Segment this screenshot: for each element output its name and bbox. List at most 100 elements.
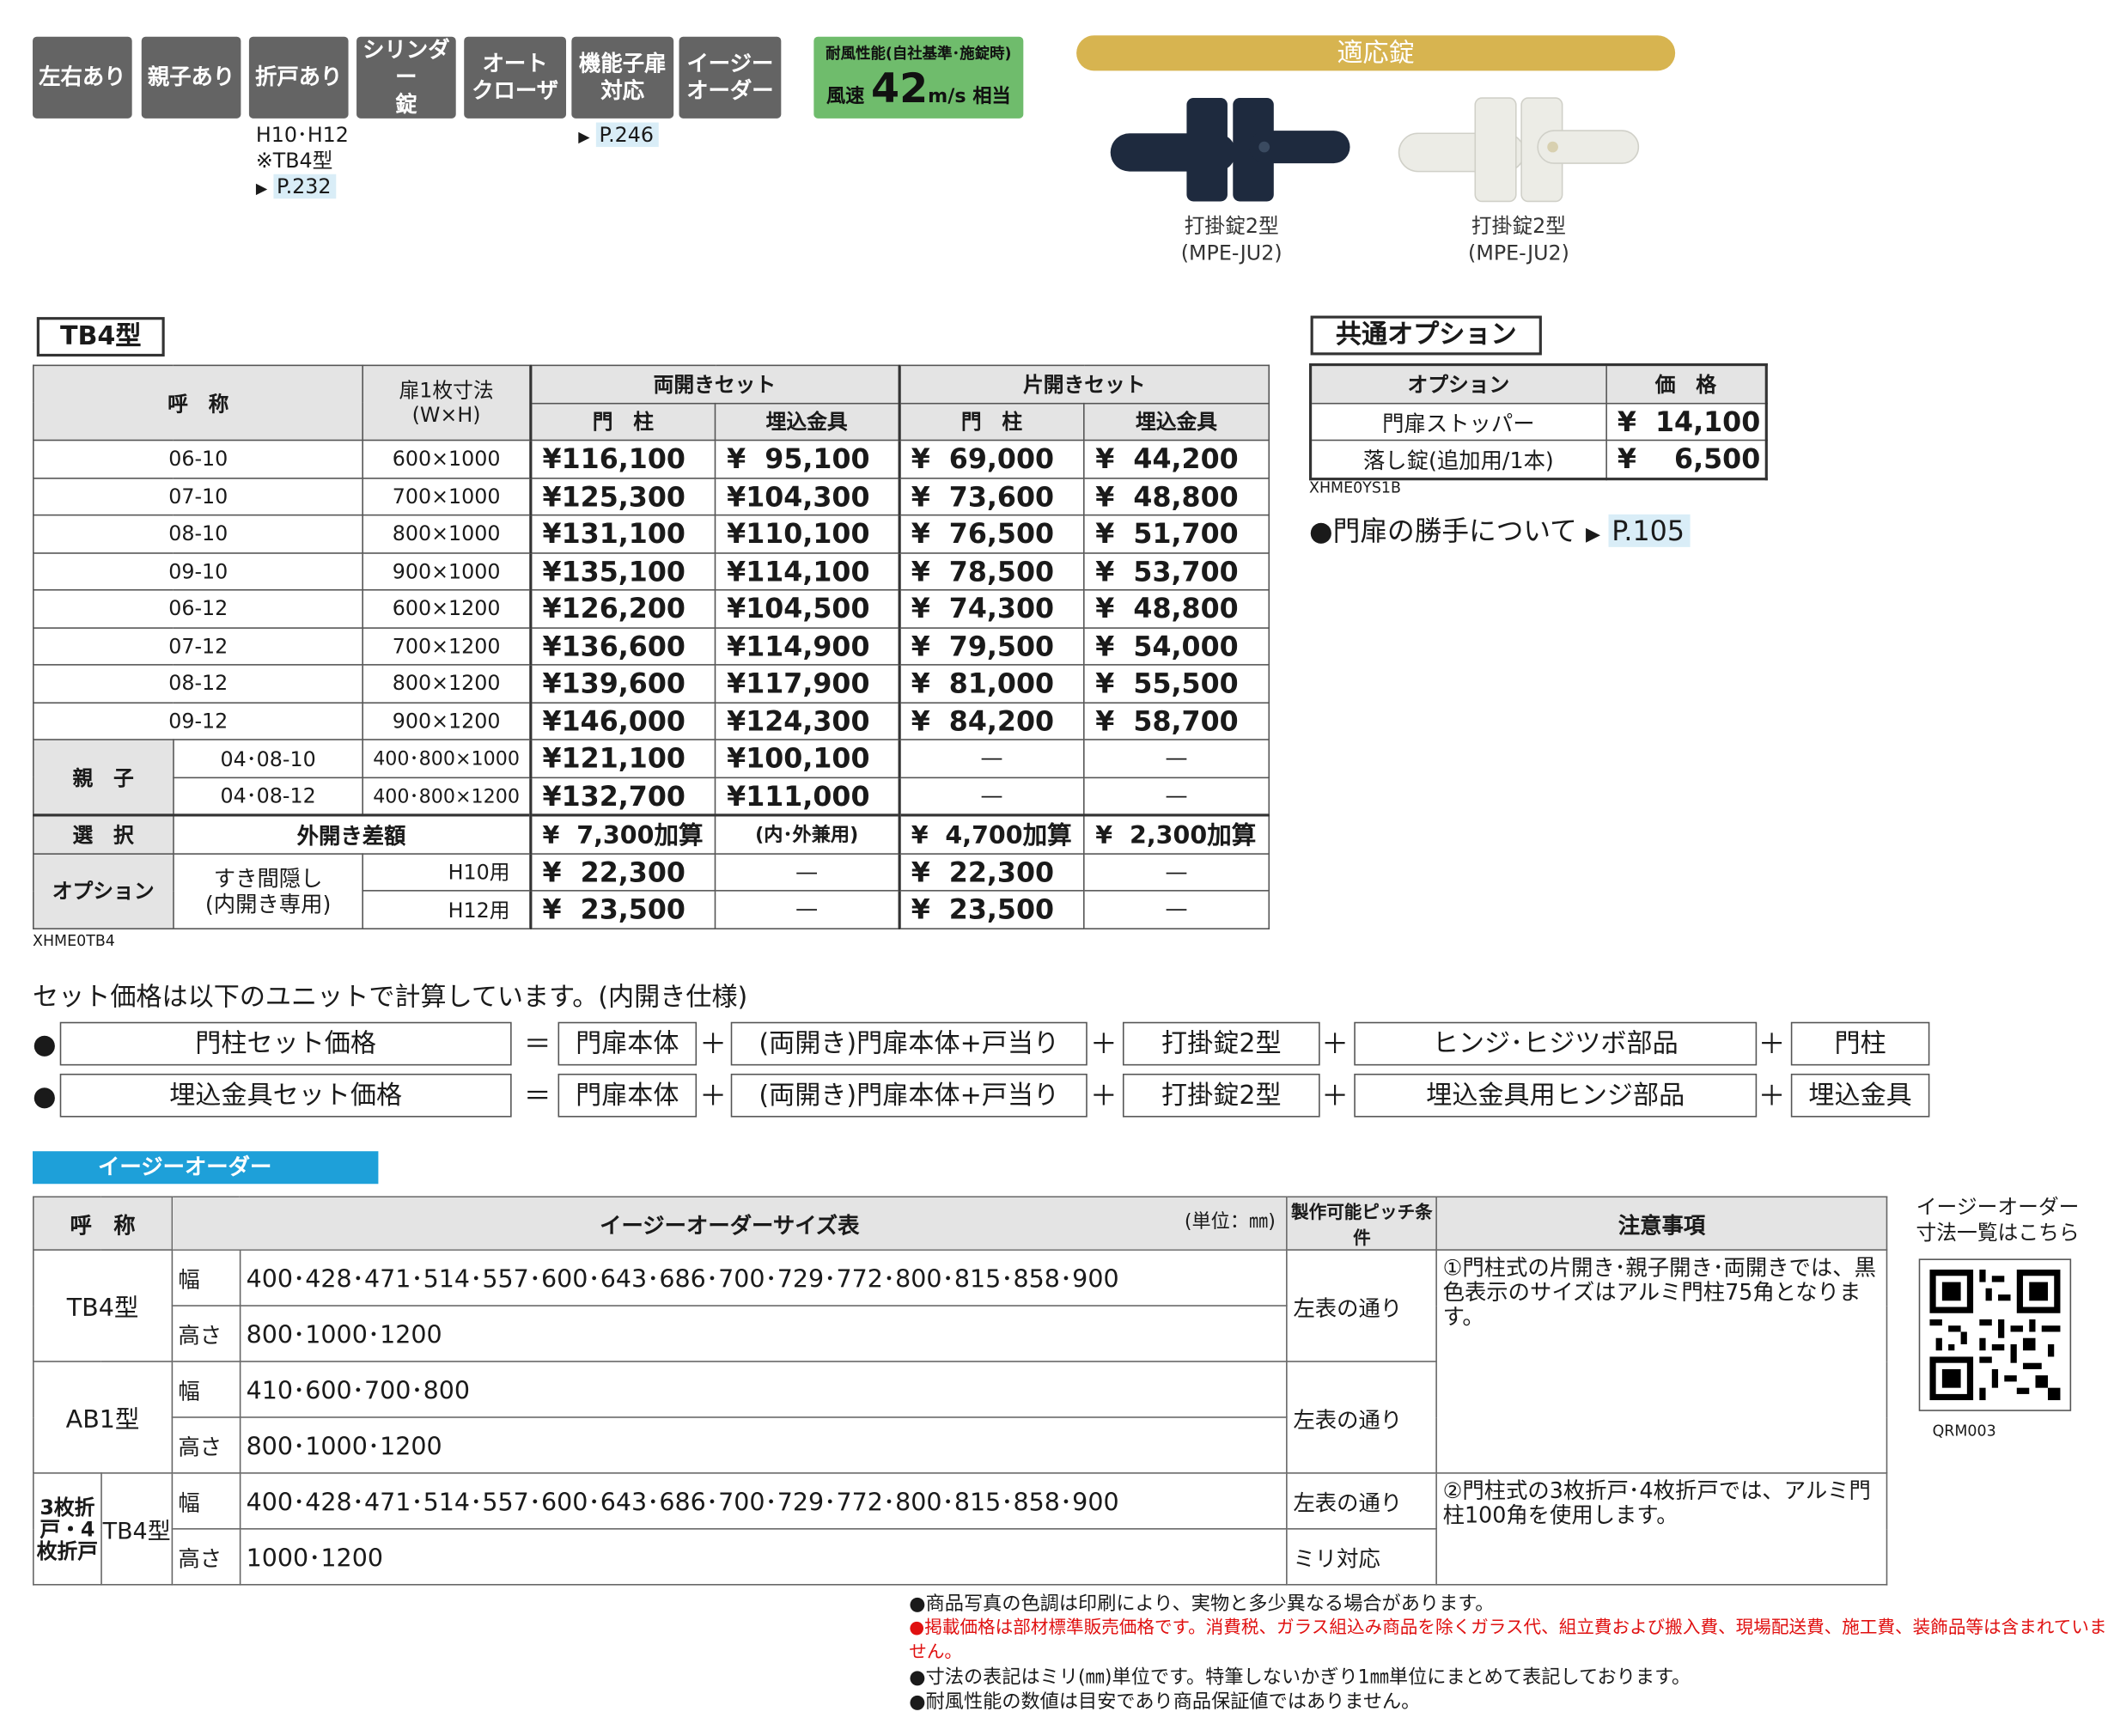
row-size: 900×1000 <box>362 551 532 591</box>
price-cell: ¥114,900 <box>714 626 900 666</box>
qr-caption: イージーオーダー 寸法一覧はこちら <box>1916 1194 2080 1246</box>
option-name: 落し錠(追加用/1本) <box>1309 439 1607 479</box>
type-cell: AB1型 <box>33 1361 174 1474</box>
price-cell: ¥104,300 <box>714 477 900 516</box>
lock-image-dark <box>1110 98 1350 202</box>
price-cell-dash: ― <box>1083 739 1270 778</box>
price-cell: ¥ 73,600 <box>897 477 1085 516</box>
row-name: 07-10 <box>33 477 364 516</box>
footnote: ●耐風性能の数値は目安であり商品保証値ではありません。 <box>909 1691 1421 1714</box>
page-ref-link[interactable]: P.246 <box>596 122 660 148</box>
price-cell: ¥121,100 <box>528 739 716 778</box>
width-label: 幅 <box>171 1472 241 1530</box>
header-unit: (単位：㎜) <box>1184 1210 1276 1233</box>
wind-prefix: 風速 <box>826 85 865 108</box>
footnote-red: ●掲載価格は部材標準販売価格です。消費税、ガラス組込み商品を除くガラス代、組立費… <box>909 1617 2107 1663</box>
width-label: 幅 <box>171 1361 241 1418</box>
footnote: ●寸法の表記はミリ(㎜)単位です。特筆しないかぎり1㎜単位にまとめて表記しており… <box>909 1666 1691 1689</box>
footnotes: ●商品写真の色調は印刷により、実物と多少異なる場合があります。 ●掲載価格は部材… <box>909 1593 2108 1715</box>
price-cell: ¥116,100 <box>528 439 716 478</box>
header-single-set: 片開きセット <box>897 364 1270 404</box>
common-options-table: オプション価 格 門扉ストッパー ¥ 14,100 落し錠(追加用/1本) ¥ 6,… <box>1309 362 1768 480</box>
formula-result: 埋込金具セット価格 <box>59 1073 512 1118</box>
price-cell: ¥ 14,100 <box>1605 402 1768 442</box>
qr-code-frame[interactable] <box>1918 1258 2072 1411</box>
price-cell: ¥ 22,300 <box>528 852 716 892</box>
formula-unit: 門柱 <box>1790 1021 1930 1066</box>
feature-tag-left-right: 左右あり <box>33 36 132 119</box>
wind-caption: 耐風性能(自社基準･施錠時) <box>826 45 1012 63</box>
formula-unit: ヒンジ･ヒジツボ部品 <box>1354 1021 1758 1066</box>
table-row: 落し錠(追加用/1本) ¥ 6,500 <box>1309 439 1768 479</box>
row-size: 800×1000 <box>362 514 532 553</box>
select-label: 選 択 <box>33 814 174 855</box>
table-row: 08-10 800×1000 ¥131,100 ¥110,100 ¥ 76,500 ¥ 5… <box>33 514 1270 553</box>
lock-caption-dark: 打掛錠2型 (MPE-JU2) <box>1136 212 1327 266</box>
page-ref-link[interactable]: P.105 <box>1609 514 1691 547</box>
header-pitch: 製作可能ピッチ条件 <box>1286 1196 1438 1251</box>
price-cell: ¥ 55,500 <box>1083 664 1270 704</box>
price-cell: ¥ 51,700 <box>1083 514 1270 553</box>
price-cell: ¥ 74,300 <box>897 588 1085 629</box>
note-cell: ①門柱式の片開き･親子開き･両開きでは、黒色表示のサイズはアルミ門柱75角となり… <box>1435 1249 1888 1474</box>
width-label: 幅 <box>171 1249 241 1307</box>
lock-code: (MPE-JU2) <box>1180 241 1282 265</box>
header-post: 門 柱 <box>897 402 1085 442</box>
formula-unit: 埋込金具 <box>1790 1073 1930 1118</box>
triangle-right-icon: ▶ <box>1585 523 1601 546</box>
lock-code: (MPE-JU2) <box>1468 241 1569 265</box>
table-row: オプション すき間隠し (内開き専用) H10用 ¥ 22,300 ― ¥ 22,300 ― <box>33 852 1270 929</box>
height-values: 1000･1200 <box>239 1528 1289 1586</box>
price-cell: ¥ 23,500 <box>897 890 1085 929</box>
option-name: すき間隠し (内開き専用) <box>204 864 332 917</box>
lock-image-white <box>1398 97 1640 203</box>
qr-code-label: QRM003 <box>1932 1422 1996 1441</box>
header-note: 注意事項 <box>1435 1196 1888 1251</box>
price-cell: ¥ 48,800 <box>1083 477 1270 516</box>
fold-group-label: 3枚折戸・4枚折戸 <box>33 1472 102 1586</box>
plus-sign: ＋ <box>699 1027 727 1061</box>
price-cell: ¥ 4,700加算 <box>897 814 1085 855</box>
price-cell: ¥ 53,700 <box>1083 551 1270 591</box>
width-values: 400･428･471･514･557･600･643･686･700･729･… <box>239 1249 1289 1307</box>
row-name: 06-12 <box>33 588 364 629</box>
price-cell-dash: ― <box>1083 776 1270 816</box>
price-cell: ¥ 79,500 <box>897 626 1085 666</box>
price-cell: ¥ 81,000 <box>897 664 1085 704</box>
feature-tag-oyako: 親子あり <box>141 36 241 119</box>
price-cell: ¥114,100 <box>714 551 900 591</box>
page-ref-link[interactable]: P.232 <box>273 174 337 199</box>
row-name: 04･08-12 <box>172 776 364 816</box>
price-cell: ¥ 54,000 <box>1083 626 1270 666</box>
lock-name: 打掛錠2型 <box>1471 213 1567 239</box>
price-cell: ¥125,300 <box>528 477 716 516</box>
qr-code-icon <box>1929 1270 2061 1401</box>
price-cell: ¥124,300 <box>714 701 900 740</box>
price-cell-dash: ― <box>714 852 900 892</box>
feature-note-door: H10･H12 ※TB4型 ▶ P.232 <box>256 123 349 202</box>
formula-unit: 門扉本体 <box>557 1021 698 1066</box>
row-name: 04･08-10 <box>172 739 364 778</box>
plus-sign: ＋ <box>1089 1027 1118 1061</box>
price-cell: ¥139,600 <box>528 664 716 704</box>
plus-sign: ＋ <box>1321 1027 1349 1061</box>
formula-unit: 打掛錠2型 <box>1122 1021 1320 1066</box>
feature-tag-function-door: 機能子扉 対応 <box>571 36 674 119</box>
triangle-right-icon: ▶ <box>578 127 590 146</box>
price-cell: ¥ 95,100 <box>714 439 900 478</box>
feature-tag-easy-order: イージー オーダー <box>679 36 782 119</box>
price-cell: ¥117,900 <box>714 664 900 704</box>
price-cell-dash: ― <box>1083 890 1270 929</box>
table-row: 06-12 600×1200 ¥126,200 ¥104,500 ¥ 74,300 ¥ 4… <box>33 588 1270 629</box>
price-cell: ¥126,200 <box>528 588 716 629</box>
select-name: 外開き差額 <box>172 814 532 855</box>
formula-unit: 打掛錠2型 <box>1122 1073 1320 1118</box>
price-cell: ¥110,100 <box>714 514 900 553</box>
price-cell: ¥104,500 <box>714 588 900 629</box>
price-cell: ¥111,000 <box>714 776 900 816</box>
table-row: 04･08-12 400･800×1200 ¥132,700 ¥111,000 ― ― <box>34 776 1270 816</box>
price-cell-dash: ― <box>714 890 900 929</box>
formula-unit: (両開き)門扉本体+戸当り <box>730 1021 1088 1066</box>
table-row: 07-12 700×1200 ¥136,600 ¥114,900 ¥ 79,500 ¥ 5… <box>33 626 1270 666</box>
pitch-cell: 左表の通り <box>1286 1249 1438 1362</box>
